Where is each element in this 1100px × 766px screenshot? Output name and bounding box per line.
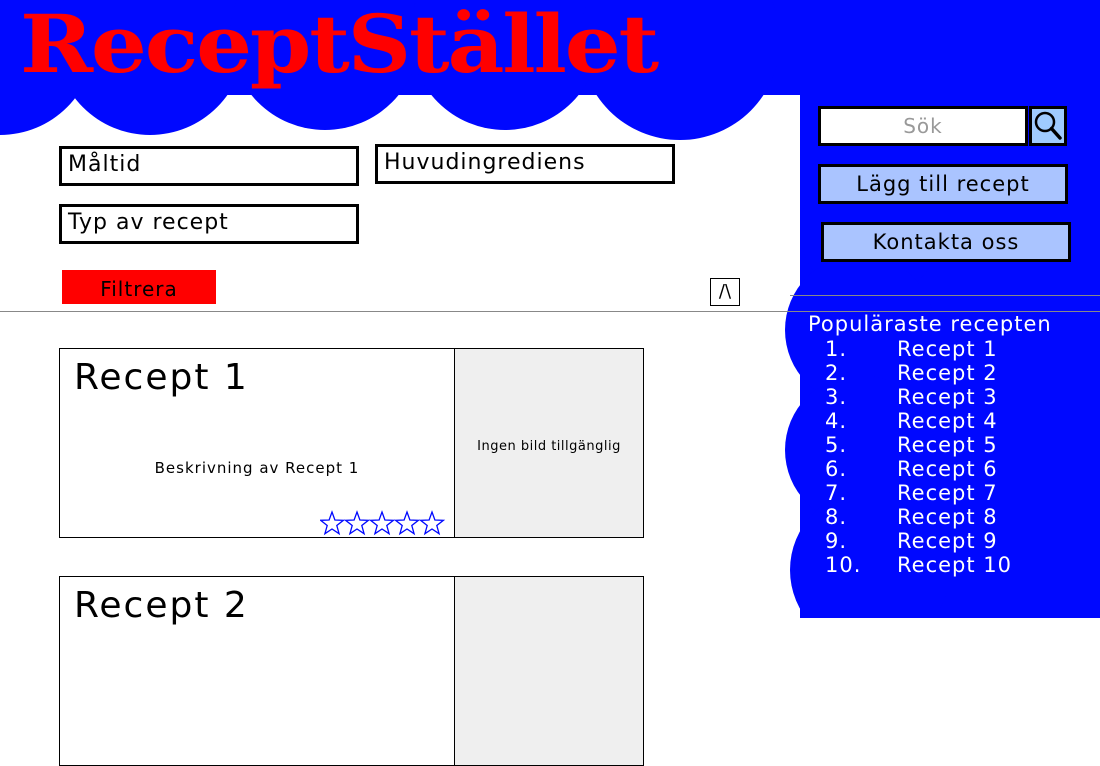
star-icon[interactable] (368, 510, 396, 536)
popular-item-rank: 8. (825, 505, 848, 529)
star-icon[interactable] (343, 510, 371, 536)
popular-item-link[interactable]: Recept 8 (897, 505, 998, 529)
popular-item-rank: 3. (825, 385, 848, 409)
popular-item: 8. Recept 8 (825, 505, 1012, 529)
popular-item-rank: 10. (825, 553, 862, 577)
popular-item: 6. Recept 6 (825, 457, 1012, 481)
collapse-filters-button[interactable]: /\ (710, 278, 740, 306)
popular-item-link[interactable]: Recept 1 (897, 337, 998, 361)
recipe-image-placeholder: Ingen bild tillgänglig (454, 349, 643, 537)
rating-stars[interactable] (320, 509, 446, 537)
add-recipe-button[interactable]: Lägg till recept (818, 164, 1068, 204)
recipe-image-placeholder (454, 577, 643, 765)
popular-item-rank: 1. (825, 337, 848, 361)
popular-item: 2. Recept 2 (825, 361, 1012, 385)
sidebar-divider (790, 295, 1100, 296)
search-button[interactable] (1029, 106, 1067, 146)
popular-item: 4. Recept 4 (825, 409, 1012, 433)
recipe-description: Beskrivning av Recept 1 (154, 459, 360, 477)
popular-item: 5. Recept 5 (825, 433, 1012, 457)
contact-button[interactable]: Kontakta oss (821, 222, 1071, 262)
popular-item: 9. Recept 9 (825, 529, 1012, 553)
star-icon[interactable] (393, 510, 421, 536)
no-image-text: Ingen bild tillgänglig (477, 439, 621, 454)
popular-item-rank: 7. (825, 481, 848, 505)
popular-item-rank: 5. (825, 433, 848, 457)
recipe-card[interactable]: Recept 1 Beskrivning av Recept 1 Ingen b… (59, 348, 644, 538)
popular-item-link[interactable]: Recept 5 (897, 433, 998, 457)
popular-item-rank: 9. (825, 529, 848, 553)
popular-item: 10. Recept 10 (825, 553, 1012, 577)
recipe-type-filter[interactable]: Typ av recept (59, 204, 359, 244)
filter-button[interactable]: Filtrera (62, 270, 216, 304)
popular-item-link[interactable]: Recept 4 (897, 409, 998, 433)
popular-item: 3. Recept 3 (825, 385, 1012, 409)
popular-item: 1. Recept 1 (825, 337, 1012, 361)
main-ingredient-filter[interactable]: Huvudingrediens (375, 144, 675, 184)
popular-recipes-title: Populäraste recepten (808, 312, 1052, 336)
popular-item-link[interactable]: Recept 2 (897, 361, 998, 385)
popular-item-link[interactable]: Recept 3 (897, 385, 998, 409)
popular-item-rank: 2. (825, 361, 848, 385)
recipe-title: Recept 2 (74, 585, 249, 626)
popular-recipes-list: 1. Recept 1 2. Recept 2 3. Recept 3 4. Recep… (825, 337, 1012, 577)
popular-item-rank: 4. (825, 409, 848, 433)
popular-item: 7. Recept 7 (825, 481, 1012, 505)
recipe-title: Recept 1 (74, 357, 249, 398)
search-icon (1034, 111, 1062, 140)
popular-item-link[interactable]: Recept 9 (897, 529, 998, 553)
recipe-card[interactable]: Recept 2 (59, 576, 644, 766)
meal-filter[interactable]: Måltid (59, 146, 359, 186)
search-input[interactable] (818, 106, 1028, 146)
site-logo[interactable]: ReceptStället (20, 4, 659, 84)
popular-item-link[interactable]: Recept 6 (897, 457, 998, 481)
popular-item-link[interactable]: Recept 7 (897, 481, 998, 505)
star-icon[interactable] (418, 510, 446, 536)
star-icon[interactable] (320, 510, 346, 536)
popular-item-link[interactable]: Recept 10 (897, 553, 1012, 577)
popular-item-rank: 6. (825, 457, 848, 481)
